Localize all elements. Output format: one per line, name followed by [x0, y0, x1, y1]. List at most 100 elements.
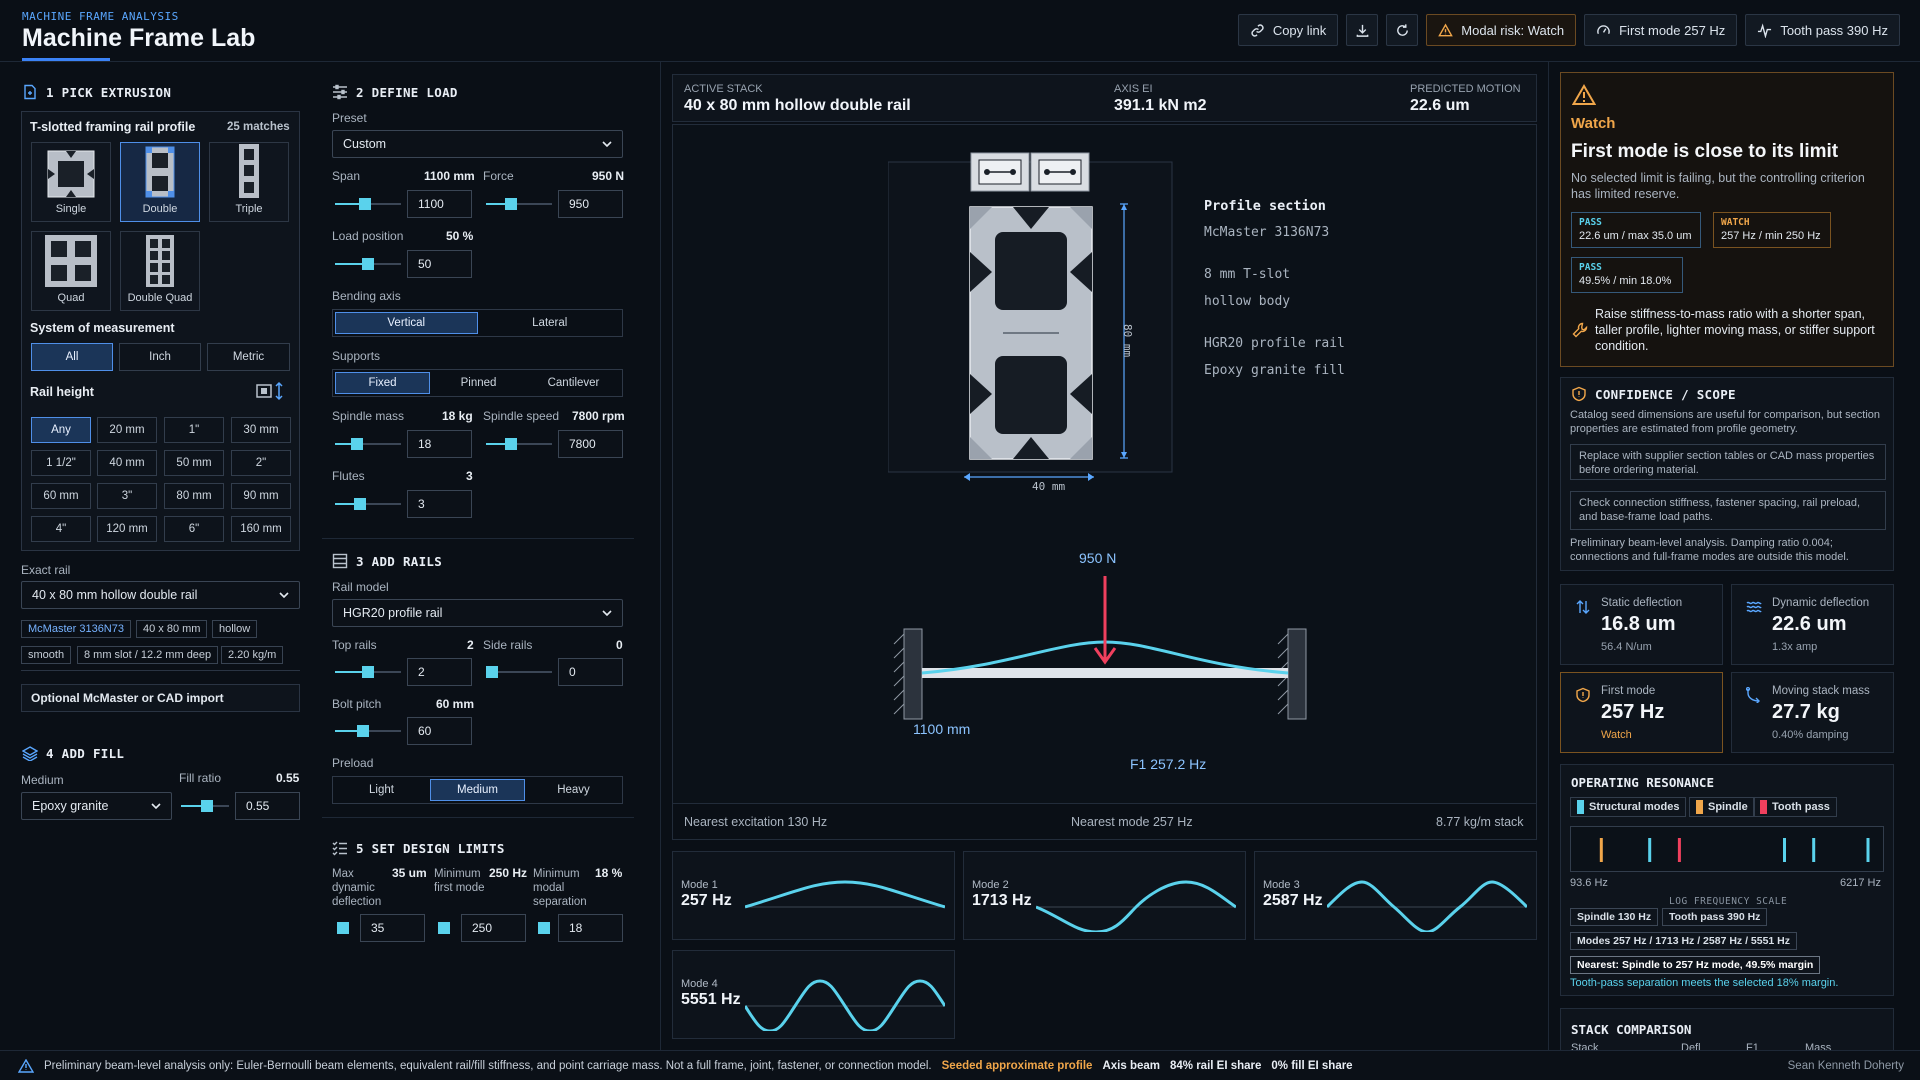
mode-card-2[interactable]: Mode 2 1713 Hz	[963, 851, 1246, 940]
mode-card-4[interactable]: Mode 4 5551 Hz	[672, 950, 955, 1039]
copy-link-button[interactable]: Copy link	[1237, 14, 1339, 46]
footer-axis: Axis beam	[1102, 1059, 1160, 1072]
max-deflection-input[interactable]: 35	[360, 914, 425, 942]
reset-button[interactable]	[1386, 14, 1419, 46]
rail-height-option[interactable]: Any	[31, 417, 91, 443]
measure-metric[interactable]: Metric	[207, 343, 290, 371]
rail-height-option[interactable]: 4"	[31, 516, 91, 542]
flutes-slider[interactable]	[335, 498, 401, 510]
measure-all[interactable]: All	[31, 343, 113, 371]
min-first-mode-input[interactable]: 250	[461, 914, 526, 942]
bolt-pitch-slider[interactable]	[335, 725, 401, 737]
stat-first-mode: First mode 257 Hz Watch	[1560, 672, 1723, 753]
profile-tile-double-quad[interactable]: Double Quad	[120, 231, 200, 311]
limit-slider-thumb[interactable]	[538, 922, 550, 934]
check-first-mode: WATCH 257 Hz / min 250 Hz	[1713, 212, 1831, 248]
support-fixed-option[interactable]: Fixed	[335, 372, 430, 394]
profile-section-title: Profile section	[1204, 198, 1326, 214]
frequency-marker	[1812, 838, 1816, 862]
modal-risk-button[interactable]: Modal risk: Watch	[1426, 14, 1577, 46]
rails-icon	[332, 553, 348, 569]
profile-tile-quad[interactable]: Quad	[31, 231, 111, 311]
rail-height-option[interactable]: 90 mm	[231, 483, 291, 509]
legend-tooth-pass: Tooth pass	[1753, 797, 1837, 817]
download-icon	[1356, 24, 1369, 37]
profile-tile-triple[interactable]: Triple	[209, 142, 289, 222]
scale-min-label: 93.6 Hz	[1570, 877, 1608, 889]
warning-icon	[1572, 84, 1596, 105]
bolt-pitch-value: 60 mm	[436, 697, 475, 711]
rail-height-option[interactable]: 30 mm	[231, 417, 291, 443]
spindle-speed-input[interactable]: 7800	[558, 430, 623, 458]
fill-medium-label: Medium	[21, 773, 64, 787]
spindle-speed-slider[interactable]	[486, 438, 552, 450]
load-position-slider[interactable]	[335, 258, 401, 270]
status-footer: Preliminary beam-level analysis only: Eu…	[0, 1050, 1920, 1080]
side-rails-input[interactable]: 0	[558, 658, 623, 686]
frequency-marker	[1648, 838, 1652, 862]
min-separation-input[interactable]: 18	[558, 914, 623, 942]
flutes-input[interactable]: 3	[407, 490, 472, 518]
mode-card-3[interactable]: Mode 3 2587 Hz	[1254, 851, 1537, 940]
predicted-motion-label: PREDICTED MOTION	[1410, 83, 1521, 95]
tooth-pass-button[interactable]: Tooth pass 390 Hz	[1745, 14, 1900, 46]
column-header: Defl	[1681, 1042, 1701, 1050]
confidence-footnote: Preliminary beam-level analysis. Damping…	[1570, 537, 1849, 563]
rail-height-option[interactable]: 20 mm	[97, 417, 157, 443]
chevron-down-icon	[602, 141, 612, 147]
support-cantilever-option[interactable]: Cantilever	[527, 372, 620, 394]
rail-height-option[interactable]: 80 mm	[164, 483, 224, 509]
measure-inch[interactable]: Inch	[119, 343, 201, 371]
span-slider[interactable]	[335, 198, 401, 210]
rail-model-select[interactable]: HGR20 profile rail	[332, 599, 623, 627]
force-input[interactable]: 950	[558, 190, 623, 218]
limit-slider-thumb[interactable]	[337, 922, 349, 934]
spindle-mass-input[interactable]: 18	[407, 430, 472, 458]
preload-light-option[interactable]: Light	[335, 779, 428, 801]
rail-height-option[interactable]: 2"	[231, 450, 291, 476]
rail-height-option[interactable]: 1"	[164, 417, 224, 443]
exact-rail-select[interactable]: 40 x 80 mm hollow double rail	[21, 581, 300, 609]
mode-card-1[interactable]: Mode 1 257 Hz	[672, 851, 955, 940]
preload-medium-option[interactable]: Medium	[430, 779, 525, 801]
axis-lateral-option[interactable]: Lateral	[480, 312, 621, 334]
profile-tile-double[interactable]: Double	[120, 142, 200, 222]
download-button[interactable]	[1346, 14, 1379, 46]
force-slider[interactable]	[486, 198, 552, 210]
rail-height-option[interactable]: 60 mm	[31, 483, 91, 509]
section-add-rails: 3 ADD RAILS	[332, 553, 442, 569]
status-headline: First mode is close to its limit	[1571, 141, 1839, 162]
warning-icon	[1438, 22, 1454, 36]
support-pinned-option[interactable]: Pinned	[432, 372, 525, 394]
profile-width-dim: 40 mm	[1032, 480, 1066, 493]
first-mode-button[interactable]: First mode 257 Hz	[1584, 14, 1738, 46]
legend-label: Structural modes	[1589, 801, 1680, 813]
rail-height-option[interactable]: 160 mm	[231, 516, 291, 542]
rail-height-option[interactable]: 120 mm	[97, 516, 157, 542]
fill-ratio-input[interactable]: 0.55	[235, 792, 300, 820]
stat-sub: 56.4 N/um	[1601, 641, 1652, 653]
rail-height-option[interactable]: 40 mm	[97, 450, 157, 476]
preload-heavy-option[interactable]: Heavy	[527, 779, 620, 801]
rail-height-option[interactable]: 1 1/2"	[31, 450, 91, 476]
top-rails-input[interactable]: 2	[407, 658, 472, 686]
section-define-load: 2 DEFINE LOAD	[332, 84, 458, 100]
spindle-mass-slider[interactable]	[335, 438, 401, 450]
rail-height-option[interactable]: 3"	[97, 483, 157, 509]
side-rails-slider[interactable]	[486, 666, 552, 678]
confidence-note-2: Check connection stiffness, fastener spa…	[1570, 491, 1886, 530]
bolt-pitch-input[interactable]: 60	[407, 717, 472, 745]
rail-height-option[interactable]: 6"	[164, 516, 224, 542]
cad-import-button[interactable]: Optional McMaster or CAD import	[21, 684, 300, 712]
fill-medium-select[interactable]: Epoxy granite	[21, 792, 172, 820]
limit-slider-thumb[interactable]	[438, 922, 450, 934]
span-input[interactable]: 1100	[407, 190, 472, 218]
load-position-input[interactable]: 50	[407, 250, 472, 278]
rail-height-option[interactable]: 50 mm	[164, 450, 224, 476]
profile-tile-single[interactable]: Single	[31, 142, 111, 222]
chevron-down-icon	[279, 592, 289, 598]
top-rails-slider[interactable]	[335, 666, 401, 678]
fill-ratio-slider[interactable]	[181, 800, 229, 812]
axis-vertical-option[interactable]: Vertical	[335, 312, 478, 334]
preset-select[interactable]: Custom	[332, 130, 623, 158]
